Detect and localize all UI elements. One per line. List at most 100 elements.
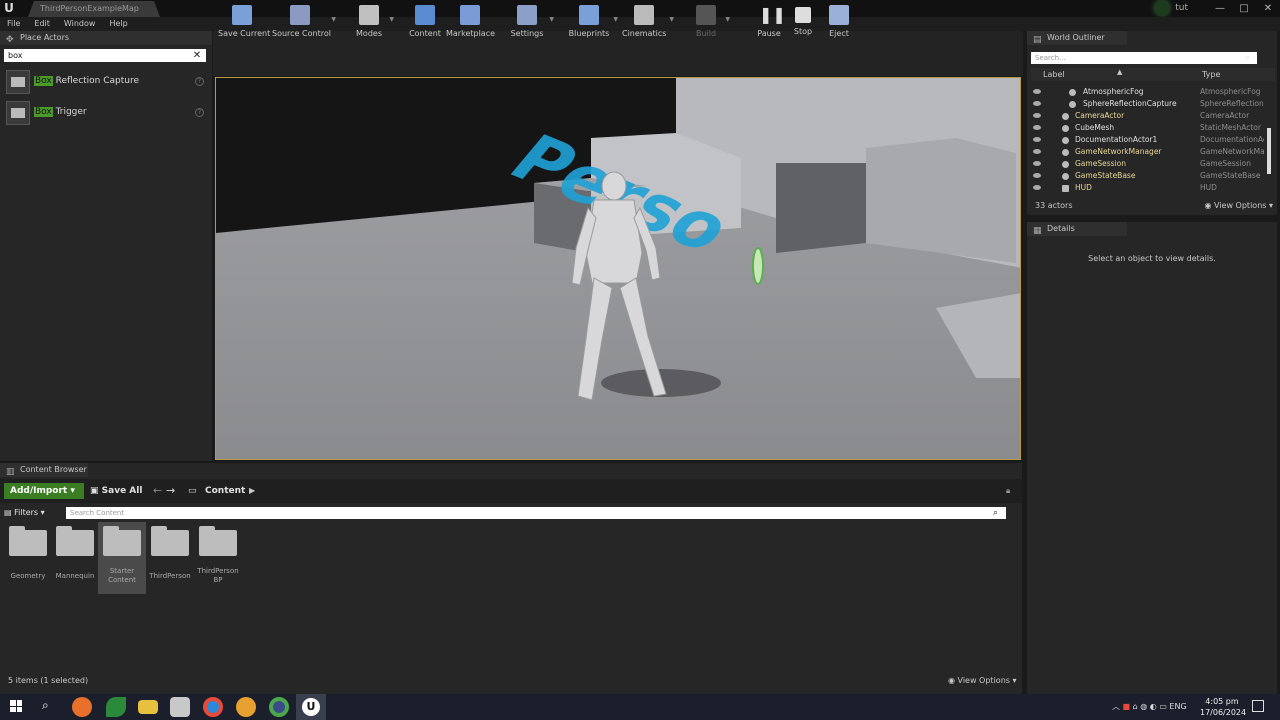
menu-help[interactable]: Help bbox=[102, 17, 134, 31]
folder-thirdperson[interactable]: ThirdPerson bbox=[146, 522, 194, 594]
user-indicator[interactable]: tut bbox=[1155, 0, 1188, 17]
outliner-row[interactable]: CubeMesh StaticMeshActor bbox=[1031, 122, 1267, 134]
modes-button[interactable]: Modes ▼ bbox=[352, 0, 394, 45]
outliner-row[interactable]: GameSession GameSession bbox=[1031, 158, 1267, 170]
cinematics-button[interactable]: Cinematics ▼ bbox=[622, 0, 674, 45]
visibility-eye-icon[interactable] bbox=[1033, 101, 1041, 106]
language-indicator[interactable]: ENG bbox=[1169, 702, 1186, 711]
blueprints-button[interactable]: Blueprints ▼ bbox=[568, 0, 618, 45]
pause-button[interactable]: ❚❚ Pause bbox=[754, 0, 786, 45]
match-highlight: Box bbox=[34, 76, 53, 86]
clear-search-icon[interactable]: ✕ bbox=[192, 49, 202, 62]
visibility-eye-icon[interactable] bbox=[1033, 137, 1041, 142]
cinematics-icon bbox=[634, 5, 654, 25]
unreal-taskbar-button[interactable]: U bbox=[296, 694, 326, 720]
close-button[interactable]: ✕ bbox=[1256, 0, 1280, 17]
notifications-icon[interactable] bbox=[1252, 700, 1264, 712]
dropdown-arrow-icon[interactable]: ▼ bbox=[331, 16, 336, 23]
settings-button[interactable]: Settings ▼ bbox=[508, 0, 554, 45]
folder-starter-content[interactable]: Starter Content bbox=[98, 522, 146, 594]
place-actors-tab[interactable]: ✥ Place Actors bbox=[0, 31, 212, 45]
column-type-header[interactable]: Type bbox=[1202, 70, 1220, 79]
search-icon[interactable]: ⌕ bbox=[993, 507, 1005, 519]
back-arrow-icon[interactable]: ← bbox=[153, 483, 162, 499]
dropdown-arrow-icon[interactable]: ▼ bbox=[549, 16, 554, 23]
search-icon[interactable]: ⌕ bbox=[1245, 52, 1257, 64]
actor-item-box-reflection-capture[interactable]: Box Reflection Capture ? bbox=[6, 70, 206, 94]
content-view-options-button[interactable]: ◉ View Options ▾ bbox=[948, 676, 1017, 685]
blueprints-icon bbox=[579, 5, 599, 25]
sort-arrow-icon[interactable]: ▲ bbox=[1117, 68, 1122, 76]
chrome-profile-icon[interactable] bbox=[269, 697, 289, 717]
dropdown-arrow-icon[interactable]: ▼ bbox=[669, 16, 674, 23]
actor-item-box-trigger[interactable]: Box Trigger ? bbox=[6, 101, 206, 125]
place-actors-search-input[interactable]: box ✕ bbox=[4, 49, 206, 62]
menu-edit[interactable]: Edit bbox=[27, 17, 57, 31]
file-explorer-icon[interactable] bbox=[138, 700, 158, 714]
outliner-row[interactable]: CameraActor CameraActor bbox=[1031, 110, 1267, 122]
stop-button[interactable]: Stop bbox=[788, 0, 818, 45]
visibility-eye-icon[interactable] bbox=[1033, 89, 1041, 94]
add-import-button[interactable]: Add/Import ▾ bbox=[4, 483, 84, 499]
folder-mannequin[interactable]: Mannequin bbox=[51, 522, 99, 594]
dropdown-arrow-icon[interactable]: ▼ bbox=[725, 16, 730, 23]
help-icon[interactable]: ? bbox=[195, 77, 204, 86]
path-chevron-icon[interactable]: ▶ bbox=[249, 483, 255, 499]
visibility-eye-icon[interactable] bbox=[1033, 173, 1041, 178]
outliner-scrollbar[interactable] bbox=[1267, 128, 1271, 174]
maximize-button[interactable]: □ bbox=[1232, 0, 1256, 17]
actor-label: GameNetworkManager bbox=[1075, 147, 1162, 156]
details-tab[interactable]: ▦ Details bbox=[1027, 222, 1127, 236]
actor-type: DocumentationAc bbox=[1200, 135, 1264, 144]
outliner-search-input[interactable]: Search... bbox=[1031, 52, 1257, 64]
search-value: box bbox=[8, 51, 23, 60]
world-outliner-tab[interactable]: ▤ World Outliner bbox=[1027, 31, 1127, 45]
map-tab[interactable]: ThirdPersonExampleMap bbox=[28, 1, 160, 17]
leaf-app-icon[interactable] bbox=[106, 697, 126, 717]
outliner-row[interactable]: SphereReflectionCapture SphereReflectionC bbox=[1031, 98, 1267, 110]
windows-start-icon[interactable] bbox=[10, 700, 22, 712]
outliner-row[interactable]: HUD HUD bbox=[1031, 182, 1267, 194]
chrome-icon[interactable] bbox=[203, 697, 223, 717]
outliner-row[interactable]: AtmosphericFog AtmosphericFog bbox=[1031, 86, 1267, 98]
system-tray[interactable]: ︿ ■ ⌂ ◍ ◐ ▭ ENG bbox=[1112, 694, 1187, 720]
menu-file[interactable]: File bbox=[0, 17, 27, 31]
view-options-button[interactable]: ◉ View Options ▾ bbox=[1205, 199, 1274, 212]
column-label-header[interactable]: Label bbox=[1043, 70, 1065, 79]
visibility-eye-icon[interactable] bbox=[1033, 125, 1041, 130]
trigger-gizmo[interactable] bbox=[752, 247, 764, 285]
marketplace-button[interactable]: Marketplace bbox=[446, 0, 495, 45]
visibility-eye-icon[interactable] bbox=[1033, 149, 1041, 154]
outliner-row[interactable]: GameNetworkManager GameNetworkMar bbox=[1031, 146, 1267, 158]
level-viewport[interactable]: Perso bbox=[215, 77, 1021, 460]
outliner-row[interactable]: DocumentationActor1 DocumentationAc bbox=[1031, 134, 1267, 146]
filters-button[interactable]: ▤ Filters ▾ bbox=[4, 507, 45, 519]
dropdown-arrow-icon[interactable]: ▼ bbox=[613, 16, 618, 23]
source-control-button[interactable]: Source Control ▼ bbox=[272, 0, 336, 45]
dropdown-arrow-icon[interactable]: ▼ bbox=[389, 16, 394, 23]
save-current-button[interactable]: Save Current bbox=[218, 0, 270, 45]
folder-geometry[interactable]: Geometry bbox=[4, 522, 52, 594]
firefox-icon[interactable] bbox=[72, 697, 92, 717]
minimize-button[interactable]: — bbox=[1208, 0, 1232, 17]
search-icon[interactable]: ⌕ bbox=[42, 698, 49, 713]
folder-thirdperson-bp[interactable]: ThirdPerson BP bbox=[194, 522, 242, 594]
save-all-button[interactable]: ▣ Save All bbox=[90, 483, 142, 499]
eject-button[interactable]: Eject bbox=[824, 0, 854, 45]
path-crumb-content[interactable]: Content bbox=[205, 483, 245, 499]
clock[interactable]: 4:05 pm 17/06/2024 bbox=[1200, 696, 1246, 718]
visibility-eye-icon[interactable] bbox=[1033, 113, 1041, 118]
content-browser-tab[interactable]: ▥ Content Browser bbox=[0, 463, 88, 477]
app-icon[interactable] bbox=[170, 697, 190, 717]
browser-icon[interactable] bbox=[236, 697, 256, 717]
build-button[interactable]: Build ▼ bbox=[690, 0, 730, 45]
visibility-eye-icon[interactable] bbox=[1033, 161, 1041, 166]
visibility-eye-icon[interactable] bbox=[1033, 185, 1041, 190]
content-button[interactable]: Content bbox=[408, 0, 442, 45]
outliner-row[interactable]: GameStateBase GameStateBase bbox=[1031, 170, 1267, 182]
content-search-input[interactable]: Search Content bbox=[66, 507, 1006, 519]
lock-icon[interactable]: 🔒︎ bbox=[1006, 486, 1010, 496]
forward-arrow-icon[interactable]: → bbox=[166, 483, 175, 499]
menu-window[interactable]: Window bbox=[57, 17, 103, 31]
help-icon[interactable]: ? bbox=[195, 108, 204, 117]
